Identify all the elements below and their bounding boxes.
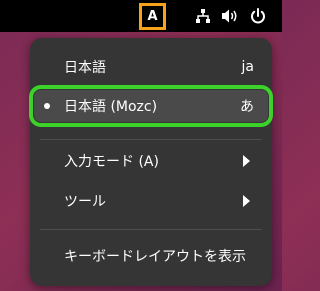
power-icon[interactable] <box>250 8 266 28</box>
volume-icon[interactable] <box>221 8 239 28</box>
menu-item-label: キーボードレイアウトを表示 <box>64 249 246 265</box>
menu-item-show-keyboard-layout[interactable]: キーボードレイアウトを表示 <box>34 240 268 272</box>
menu-item-tools[interactable]: ツール <box>34 185 268 217</box>
submenu-arrow-icon <box>243 195 250 207</box>
selected-dot-icon <box>44 103 50 109</box>
submenu-arrow-icon <box>243 155 250 167</box>
menu-item-japanese-mozc[interactable]: 日本語 (Mozc) あ <box>29 85 273 127</box>
menu-item-shortcode: ja <box>241 59 254 75</box>
menu-item-japanese[interactable]: 日本語 ja <box>34 51 268 83</box>
input-method-indicator-label: A <box>147 9 158 24</box>
network-icon[interactable] <box>195 8 211 28</box>
menu-item-label: 入力モード (A) <box>64 154 159 170</box>
top-bar: A <box>0 0 282 32</box>
menu-item-label: 日本語 <box>64 60 106 76</box>
menu-separator <box>40 229 262 230</box>
menu-item-label: 日本語 (Mozc) <box>64 99 158 115</box>
menu-item-shortcode: あ <box>240 99 254 115</box>
menu-item-input-mode[interactable]: 入力モード (A) <box>34 145 268 177</box>
menu-item-label: ツール <box>64 194 106 210</box>
input-method-indicator[interactable]: A <box>139 3 166 30</box>
input-method-menu: 日本語 ja 日本語 (Mozc) あ 入力モード (A) ツール キーボードレ… <box>29 38 273 286</box>
menu-separator <box>40 139 262 140</box>
